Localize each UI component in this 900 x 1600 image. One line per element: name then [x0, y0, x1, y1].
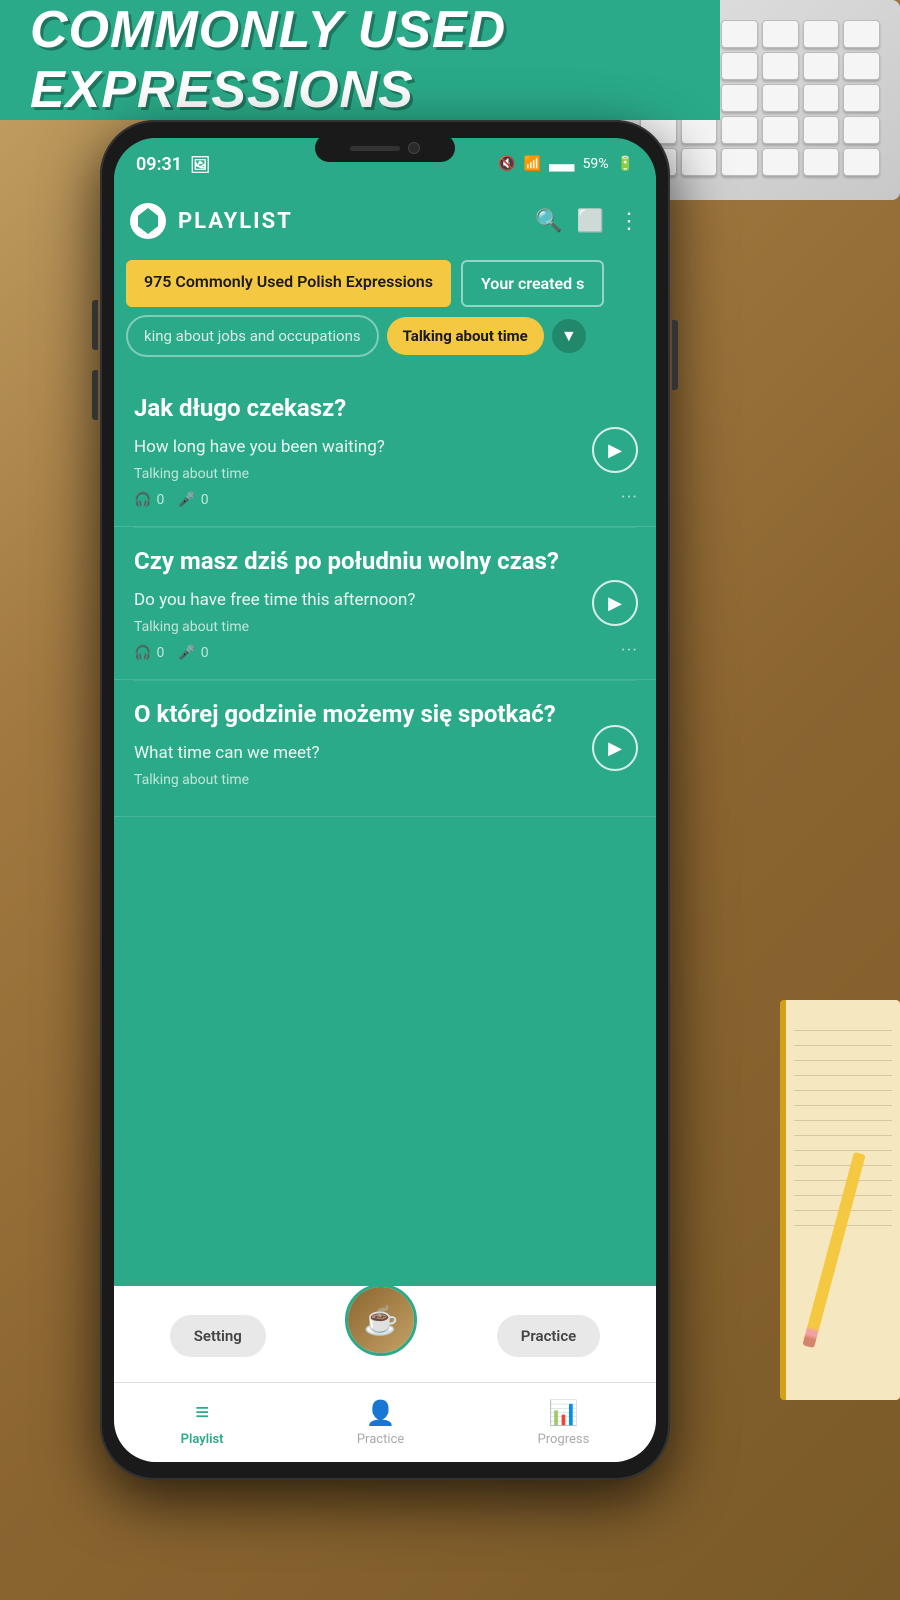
phrase-category-3: Talking about time [134, 772, 636, 788]
phrase-card-3: O której godzinie możemy się spotkać? Wh… [114, 681, 656, 817]
banner-title: COMMONLY USED EXPRESSIONS [30, 0, 690, 120]
play-icon-3: ▶ [608, 738, 622, 759]
bottom-nav: ≡ Playlist 👤 Practice 📊 Progress [114, 1382, 656, 1462]
play-button-3[interactable]: ▶ [592, 725, 638, 771]
more-button-1[interactable]: ··· [621, 487, 638, 508]
photo-icon: 🖼 [190, 155, 210, 174]
notch [315, 134, 455, 162]
cat-tab-jobs[interactable]: king about jobs and occupations [126, 315, 379, 357]
phrase-category-1: Talking about time [134, 466, 636, 482]
volume-down-button [92, 370, 98, 420]
play-icon-2: ▶ [608, 593, 622, 614]
mute-icon: 🔇 [498, 156, 515, 172]
phrase-polish-1: Jak długo czekasz? [134, 393, 636, 424]
speak-stat-1: 🎤 0 [178, 492, 208, 508]
phrase-stats-1: 🎧 0 🎤 0 [134, 492, 636, 508]
phrase-polish-2: Czy masz dziś po południu wolny czas? [134, 546, 636, 577]
bottom-action-bar: Setting ☕ Practice [114, 1286, 656, 1382]
phone-device: 09:31 🖼 🔇 📶 ▄▄▄ 59% 🔋 PLAYLIST [100, 120, 670, 1480]
nav-playlist[interactable]: ≡ Playlist [181, 1398, 224, 1447]
playlist-nav-icon: ≡ [195, 1398, 209, 1427]
phrase-stats-2: 🎧 0 🎤 0 [134, 645, 636, 661]
playlist-tabs: 975 Commonly Used Polish Expressions You… [114, 252, 656, 315]
phrase-english-2: Do you have free time this afternoon? [134, 589, 636, 613]
phone-frame: 09:31 🖼 🔇 📶 ▄▄▄ 59% 🔋 PLAYLIST [100, 120, 670, 1480]
wifi-icon: 📶 [524, 156, 541, 172]
playlist-tab-created[interactable]: Your created s [461, 260, 604, 307]
nav-practice[interactable]: 👤 Practice [357, 1399, 404, 1447]
practice-button[interactable]: Practice [497, 1315, 600, 1357]
phrase-english-1: How long have you been waiting? [134, 436, 636, 460]
app-logo [130, 203, 166, 239]
speak-stat-2: 🎤 0 [178, 645, 208, 661]
avatar-image: ☕ [348, 1287, 414, 1353]
avatar-button[interactable]: ☕ [345, 1284, 417, 1356]
play-icon-1: ▶ [608, 440, 622, 461]
phrase-english-3: What time can we meet? [134, 742, 636, 766]
listen-stat-2: 🎧 0 [134, 645, 164, 661]
listen-stat-1: 🎧 0 [134, 492, 164, 508]
play-button-2[interactable]: ▶ [592, 580, 638, 626]
more-options-icon[interactable]: ⋮ [618, 209, 640, 234]
app-bar: PLAYLIST 🔍 ⬜ ⋮ [114, 190, 656, 252]
search-icon[interactable]: 🔍 [535, 209, 562, 234]
volume-up-button [92, 300, 98, 350]
practice-nav-label: Practice [357, 1432, 404, 1447]
practice-nav-icon: 👤 [366, 1399, 396, 1427]
top-banner: COMMONLY USED EXPRESSIONS [0, 0, 720, 120]
phone-screen: 09:31 🖼 🔇 📶 ▄▄▄ 59% 🔋 PLAYLIST [114, 138, 656, 1462]
cat-tab-time[interactable]: Talking about time [387, 317, 544, 355]
chevron-down-icon: ▼ [561, 326, 577, 346]
content-area: Jak długo czekasz? How long have you bee… [114, 367, 656, 1286]
category-dropdown[interactable]: ▼ [552, 319, 586, 353]
phrase-category-2: Talking about time [134, 619, 636, 635]
category-tabs: king about jobs and occupations Talking … [114, 315, 656, 367]
playlist-tab-polish[interactable]: 975 Commonly Used Polish Expressions [126, 260, 451, 307]
battery-icon: 🔋 [617, 156, 634, 172]
more-button-2[interactable]: ··· [621, 640, 638, 661]
status-icons: 🔇 📶 ▄▄▄ 59% 🔋 [498, 156, 634, 172]
progress-nav-label: Progress [538, 1432, 590, 1447]
nav-progress[interactable]: 📊 Progress [538, 1399, 590, 1447]
battery-label: 59% [583, 156, 609, 172]
phrase-card-2: Czy masz dziś po południu wolny czas? Do… [114, 528, 656, 680]
front-camera [408, 142, 420, 154]
signal-icon: ▄▄▄ [549, 157, 575, 171]
mic-icon: 🎤 [178, 492, 195, 508]
app-title: PLAYLIST [178, 209, 523, 234]
status-time: 09:31 🖼 [136, 154, 210, 175]
fullscreen-icon[interactable]: ⬜ [577, 209, 604, 234]
app-bar-actions: 🔍 ⬜ ⋮ [535, 209, 640, 234]
phrase-polish-3: O której godzinie możemy się spotkać? [134, 699, 636, 730]
playlist-nav-label: Playlist [181, 1432, 224, 1447]
headphone-icon: 🎧 [134, 492, 151, 508]
play-button-1[interactable]: ▶ [592, 427, 638, 473]
progress-nav-icon: 📊 [548, 1399, 578, 1427]
mic-icon-2: 🎤 [178, 645, 195, 661]
power-button [672, 320, 678, 390]
phrase-card-1: Jak długo czekasz? How long have you bee… [114, 375, 656, 527]
headphone-icon-2: 🎧 [134, 645, 151, 661]
setting-button[interactable]: Setting [170, 1315, 266, 1357]
earpiece [350, 146, 400, 151]
